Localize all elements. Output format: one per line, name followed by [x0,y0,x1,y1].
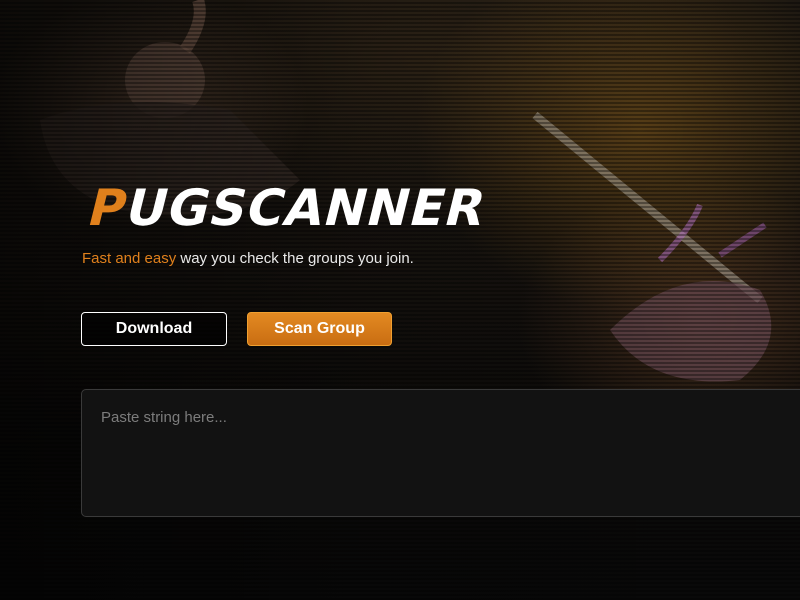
tagline: Fast and easy way you check the groups y… [82,250,414,267]
logo-wordmark: UGSCANNER [119,179,493,237]
logo: PUGSCANNER [82,178,493,238]
paste-string-input[interactable] [81,389,800,517]
main-content: PUGSCANNER Fast and easy way you check t… [0,0,800,600]
tagline-text: way you check the groups you join. [176,250,414,267]
download-button[interactable]: Download [81,312,227,346]
tagline-highlight: Fast and easy [82,250,177,267]
scan-group-button[interactable]: Scan Group [247,312,392,346]
